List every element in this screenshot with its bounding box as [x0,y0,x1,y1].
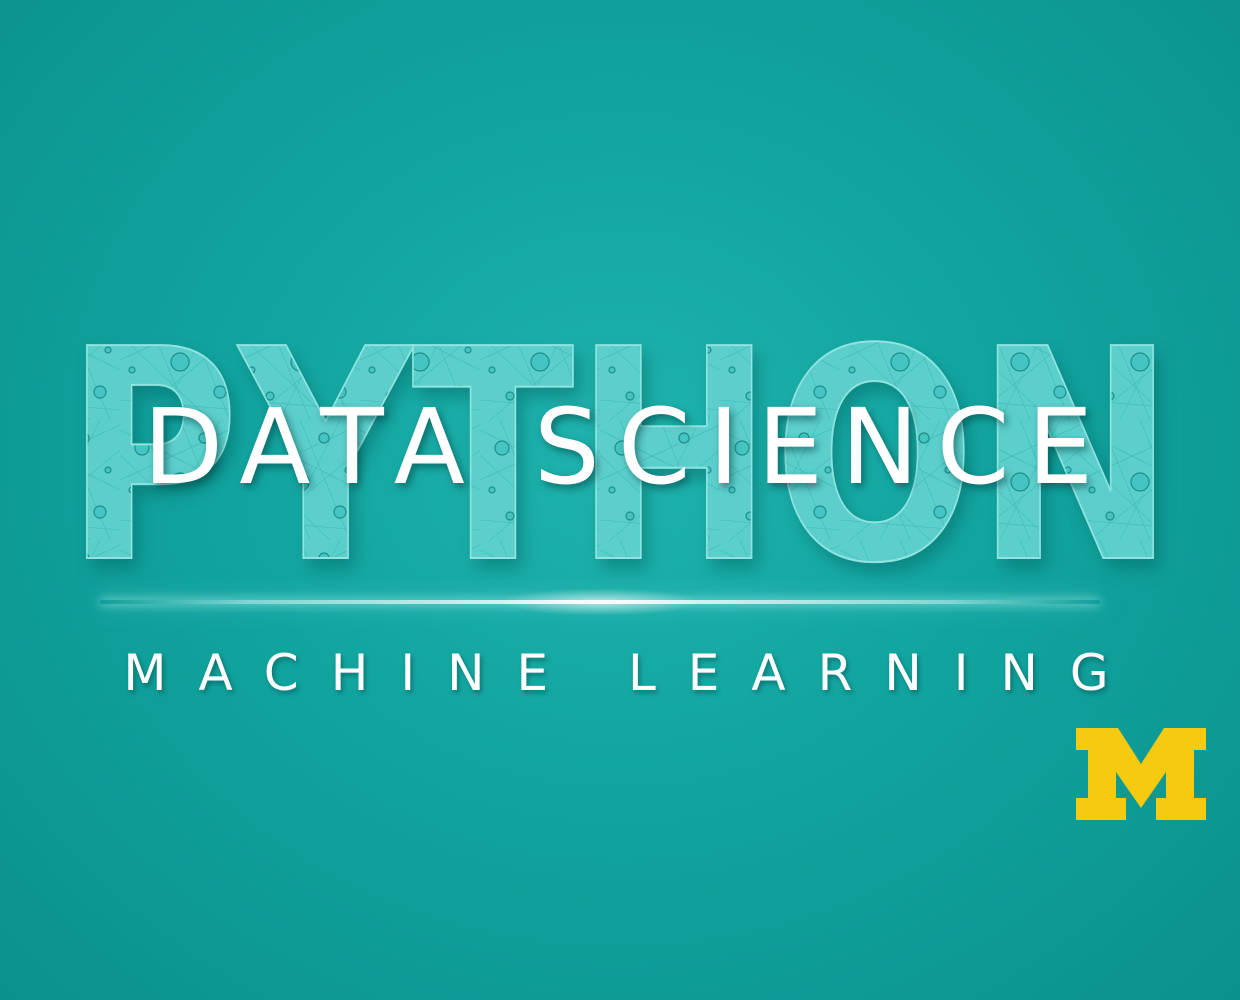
data-science-heading: DATA SCIENCE [142,386,1112,508]
block-m-logo-svg [1076,728,1206,820]
block-m-shape [1076,728,1206,820]
block-m-logo-icon [1074,726,1208,822]
title-graphic: PYTHON DATA SCIENCE MACHINE LEARNING [0,0,1240,1000]
divider-center-glow [500,588,700,616]
machine-learning-tagline: MACHINE LEARNING [123,644,1141,702]
